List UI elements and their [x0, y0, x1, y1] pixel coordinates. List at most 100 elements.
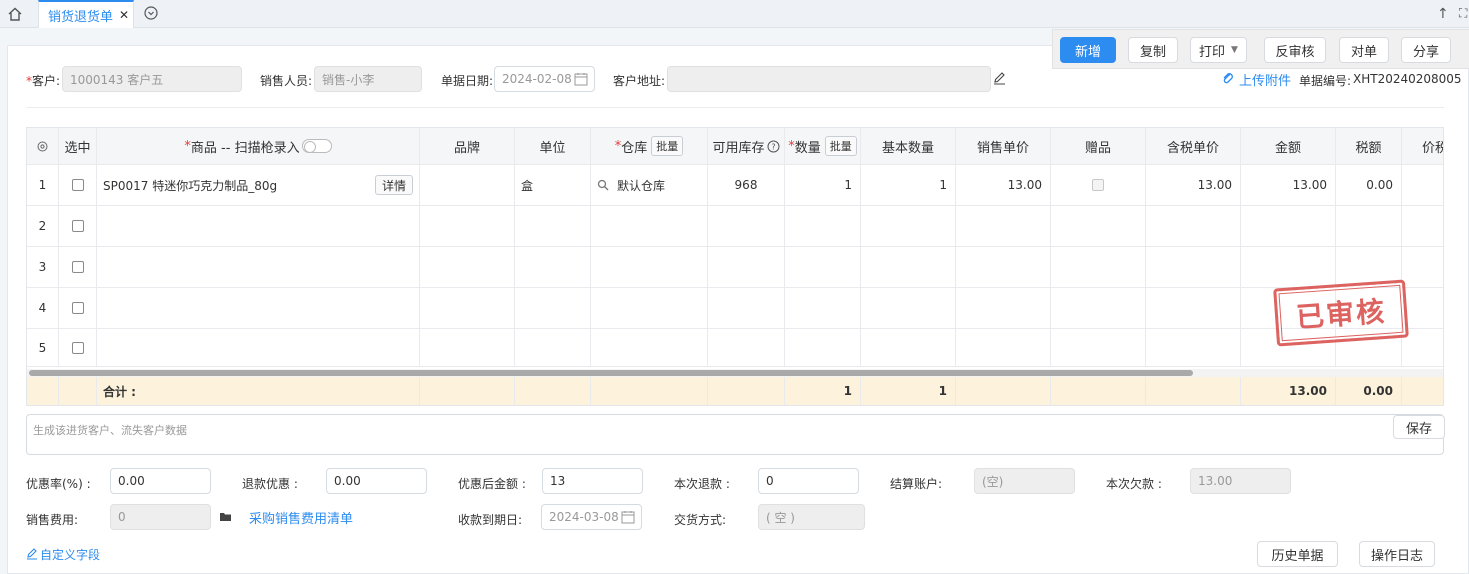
grid-cell[interactable]: [420, 288, 515, 329]
grid-cell[interactable]: [591, 288, 708, 329]
discount-rate-input[interactable]: 0.00: [110, 468, 211, 494]
row-checkbox-cell[interactable]: [59, 247, 97, 288]
warehouse-batch-button[interactable]: 批量: [651, 136, 684, 156]
grid-cell[interactable]: [956, 288, 1051, 329]
grid-cell[interactable]: [1402, 206, 1443, 247]
row-checkbox[interactable]: [71, 179, 84, 191]
after-discount-input[interactable]: 13: [542, 468, 643, 494]
home-icon[interactable]: [6, 5, 24, 23]
amount-cell[interactable]: 13.00: [1241, 165, 1336, 206]
arrow-up-icon[interactable]: ↑: [1437, 6, 1449, 22]
grid-cell[interactable]: [97, 247, 420, 288]
due-date-field[interactable]: 2024-03-08: [541, 504, 642, 530]
grid-cell[interactable]: [515, 288, 591, 329]
fee-list-link[interactable]: 采购销售费用清单: [249, 508, 353, 527]
tab-sales-return[interactable]: 销货退货单 ✕: [38, 0, 134, 28]
row-checkbox-cell[interactable]: [59, 288, 97, 329]
grid-cell[interactable]: [97, 288, 420, 329]
row-checkbox-cell[interactable]: [59, 329, 97, 367]
history-button[interactable]: 历史单据: [1257, 541, 1338, 567]
grid-cell[interactable]: [97, 329, 420, 367]
grid-cell[interactable]: [708, 247, 785, 288]
grid-settings-cell[interactable]: [27, 128, 59, 165]
grid-cell[interactable]: [708, 206, 785, 247]
grid-cell[interactable]: [1051, 247, 1146, 288]
tax-price-cell[interactable]: 13.00: [1146, 165, 1241, 206]
grid-cell[interactable]: [1051, 206, 1146, 247]
date-field[interactable]: 2024-02-08: [494, 66, 595, 92]
price-cell[interactable]: 13.00: [956, 165, 1051, 206]
grid-cell[interactable]: [1051, 288, 1146, 329]
row-checkbox[interactable]: [71, 261, 84, 273]
grid-cell[interactable]: [591, 206, 708, 247]
grid-cell[interactable]: [1146, 206, 1241, 247]
horizontal-scrollbar[interactable]: [27, 369, 1443, 377]
grid-cell[interactable]: [1241, 206, 1336, 247]
grid-cell[interactable]: [861, 329, 956, 367]
operation-log-button[interactable]: 操作日志: [1359, 541, 1435, 567]
edit-icon[interactable]: [993, 71, 1006, 85]
grid-cell[interactable]: [1051, 329, 1146, 367]
grid-cell[interactable]: [1146, 288, 1241, 329]
fullscreen-icon[interactable]: ⛶: [1459, 6, 1467, 21]
close-icon[interactable]: ✕: [119, 8, 129, 22]
reconcile-button[interactable]: 对单: [1339, 37, 1389, 63]
grid-cell[interactable]: [420, 329, 515, 367]
grid-cell[interactable]: [515, 247, 591, 288]
qty-cell[interactable]: 1: [785, 165, 861, 206]
scrollbar-thumb[interactable]: [29, 370, 1193, 376]
grid-cell[interactable]: [956, 206, 1051, 247]
grid-cell[interactable]: [591, 247, 708, 288]
warehouse-cell[interactable]: 默认仓库: [591, 165, 708, 206]
grid-cell[interactable]: [420, 206, 515, 247]
unit-cell[interactable]: 盒: [515, 165, 591, 206]
save-memo-button[interactable]: 保存: [1393, 415, 1445, 439]
grid-cell[interactable]: [861, 247, 956, 288]
upload-attachment-link[interactable]: 上传附件: [1239, 70, 1291, 89]
row-checkbox[interactable]: [71, 302, 84, 314]
search-icon[interactable]: [597, 179, 609, 191]
grid-cell[interactable]: [1336, 206, 1402, 247]
custom-field-link[interactable]: 自定义字段: [40, 546, 100, 563]
grid-cell[interactable]: [1146, 247, 1241, 288]
row-checkbox-cell[interactable]: [59, 165, 97, 206]
qty-batch-button[interactable]: 批量: [824, 136, 857, 156]
grid-cell[interactable]: [785, 247, 861, 288]
scanner-toggle[interactable]: [301, 139, 332, 153]
memo-textarea[interactable]: 生成该进货客户、流失客户数据: [26, 414, 1444, 455]
refund-discount-input[interactable]: 0.00: [326, 468, 427, 494]
grid-cell[interactable]: [591, 329, 708, 367]
new-button[interactable]: 新增: [1060, 37, 1116, 63]
gear-icon[interactable]: [36, 140, 49, 153]
grid-cell[interactable]: [708, 329, 785, 367]
grid-cell[interactable]: [861, 288, 956, 329]
grid-cell[interactable]: [1402, 288, 1443, 329]
grid-cell[interactable]: [515, 206, 591, 247]
row-checkbox[interactable]: [71, 341, 84, 354]
grid-cell[interactable]: [708, 288, 785, 329]
grid-cell[interactable]: [785, 206, 861, 247]
copy-button[interactable]: 复制: [1128, 37, 1178, 63]
print-button[interactable]: 打印 ▼: [1190, 37, 1247, 63]
share-button[interactable]: 分享: [1401, 37, 1451, 63]
unaudit-button[interactable]: 反审核: [1264, 37, 1326, 63]
grid-cell[interactable]: [956, 247, 1051, 288]
grid-cell[interactable]: [97, 206, 420, 247]
help-icon[interactable]: ?: [767, 140, 780, 153]
grid-cell[interactable]: [1241, 247, 1336, 288]
chevron-down-circle-icon[interactable]: [143, 5, 159, 21]
grid-cell[interactable]: [1402, 247, 1443, 288]
grid-cell[interactable]: [861, 206, 956, 247]
detail-button[interactable]: 详情: [375, 175, 414, 195]
row-checkbox-cell[interactable]: [59, 206, 97, 247]
grid-cell[interactable]: [785, 288, 861, 329]
this-refund-input[interactable]: 0: [758, 468, 859, 494]
grid-cell[interactable]: [785, 329, 861, 367]
product-cell[interactable]: SP0017 特迷你巧克力制品_80g: [97, 165, 420, 206]
grid-cell[interactable]: [515, 329, 591, 367]
folder-icon[interactable]: [219, 511, 232, 522]
brand-cell[interactable]: [420, 165, 515, 206]
grid-cell[interactable]: [956, 329, 1051, 367]
row-checkbox[interactable]: [71, 220, 84, 232]
grid-cell[interactable]: [420, 247, 515, 288]
